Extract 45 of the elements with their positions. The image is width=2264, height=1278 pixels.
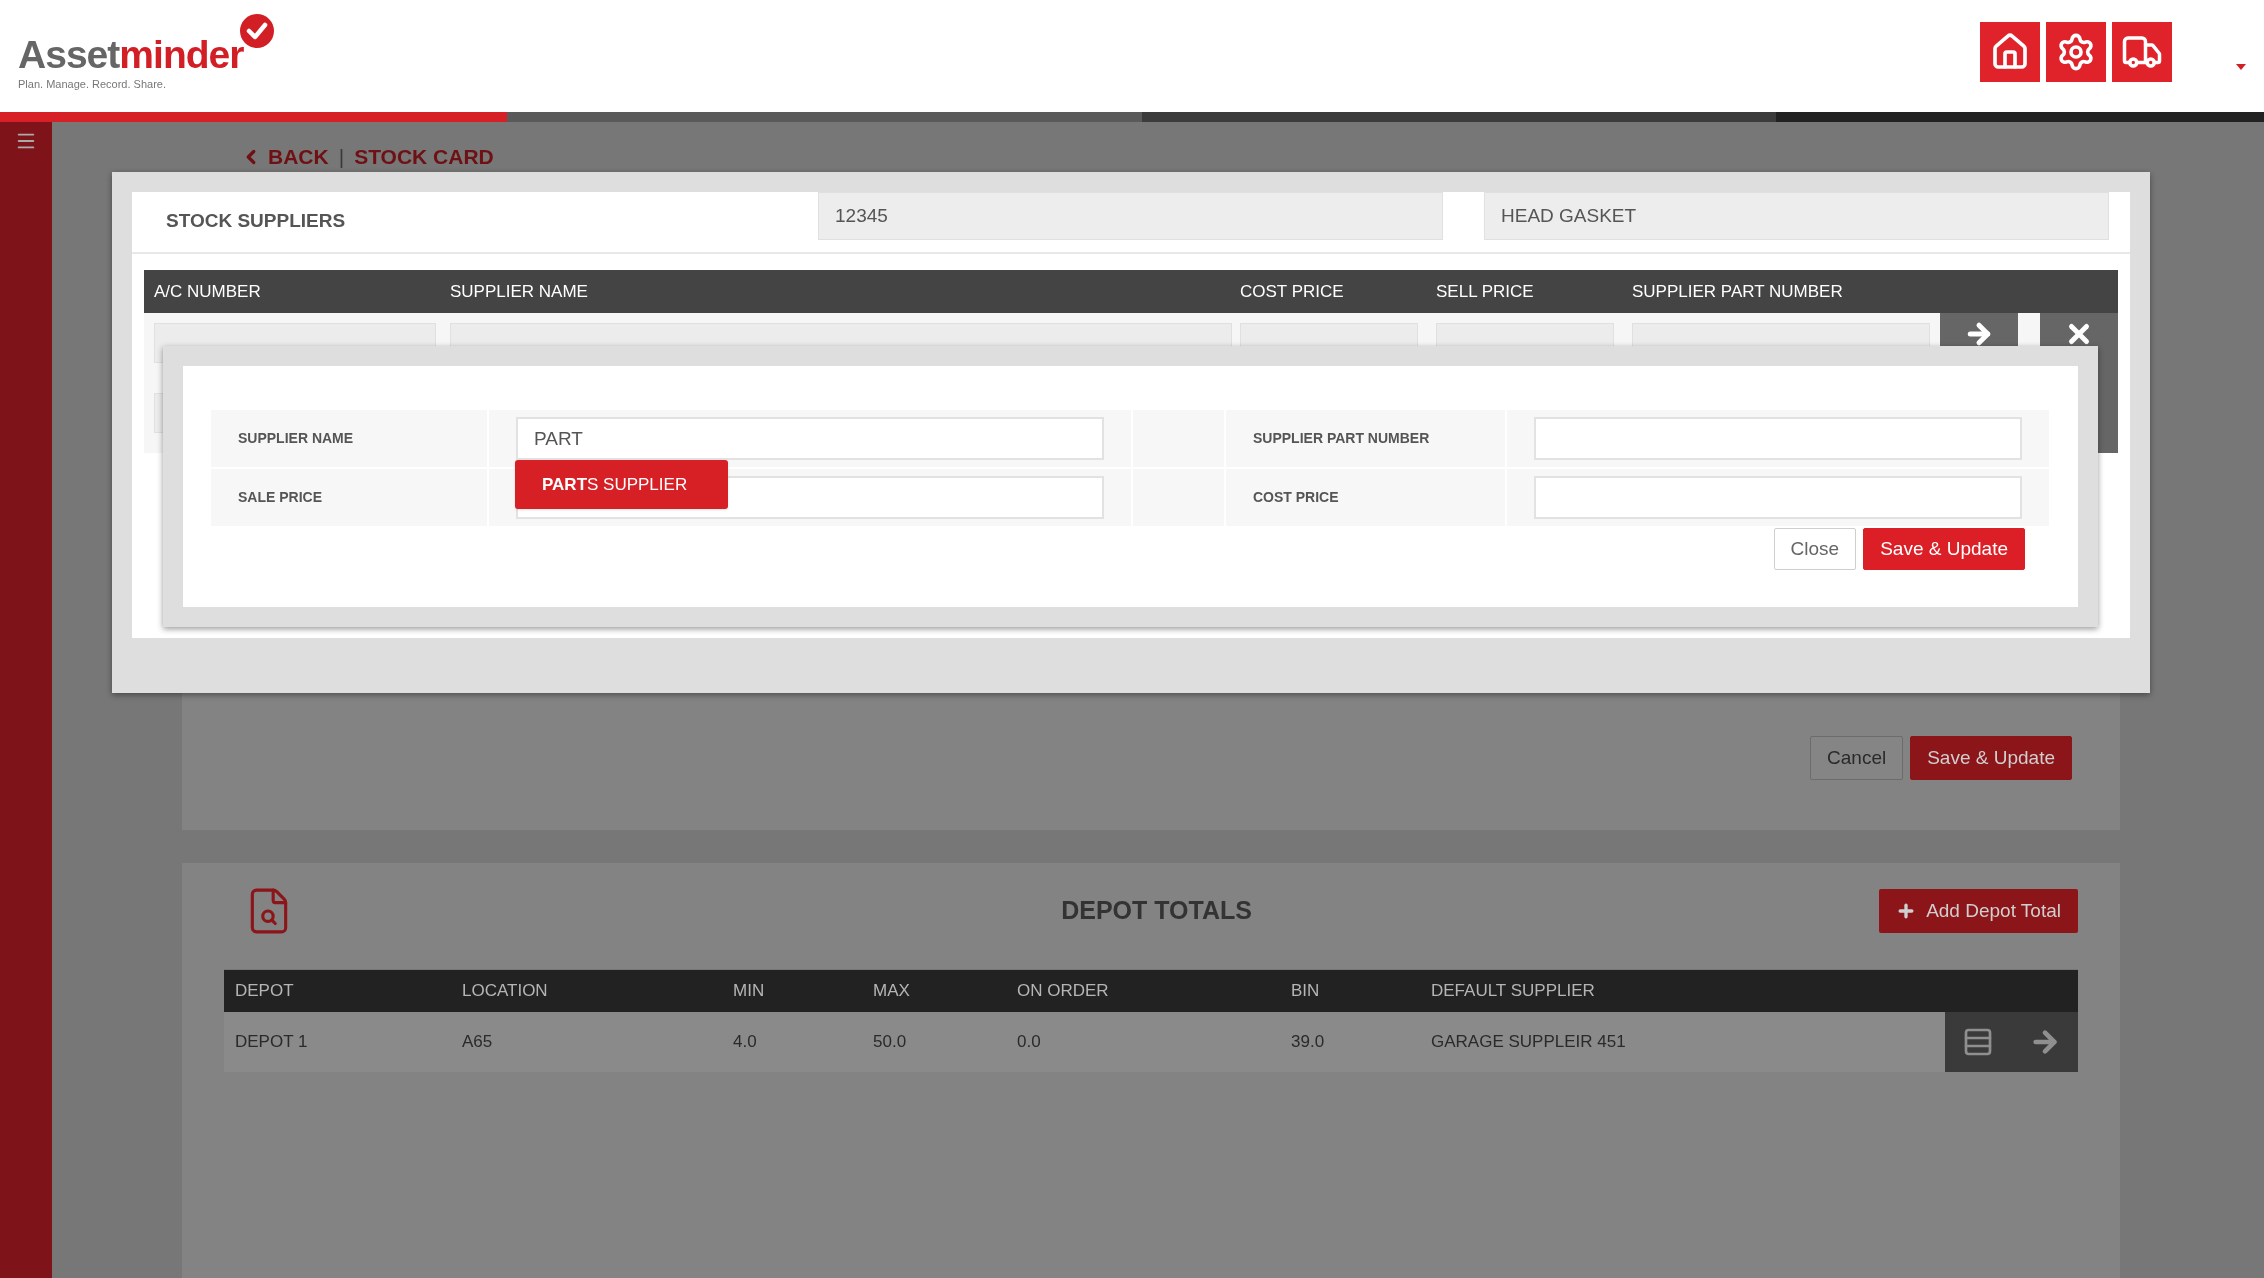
table-cell: DEPOT 1 [235,1032,308,1052]
stock-code-field: 12345 [818,192,1443,240]
column-header: COST PRICE [1240,281,1344,301]
logo-tagline: Plan. Manage. Record. Share. [18,78,167,90]
back-link[interactable]: BACK [240,141,329,173]
column-header: LOCATION [462,981,548,1001]
table-cell: 39.0 [1291,1032,1325,1052]
column-header: DEFAULT SUPPLIER [1431,981,1595,1001]
home-icon[interactable] [1980,22,2040,82]
field-label: SUPPLIER NAME [238,429,354,448]
field-label: SUPPLIER PART NUMBER [1253,429,1430,448]
column-header: DEPOT [235,981,294,1001]
table-cell: 0.0 [1017,1032,1041,1052]
save-button[interactable]: Save & Update [1910,736,2072,780]
table-cell: 4.0 [733,1032,757,1052]
column-header: SUPPLIER NAME [450,281,588,301]
input-field[interactable]: PART [516,417,1104,460]
cancel-button[interactable]: Cancel [1810,736,1904,780]
add-depot-total-button[interactable]: Add Depot Total [1879,889,2078,933]
table-cell: GARAGE SUPPLEIR 451 [1431,1032,1626,1052]
field-label: SALE PRICE [238,488,322,507]
input-field[interactable] [1534,476,2022,519]
column-header: MIN [733,981,765,1001]
description-field: HEAD GASKET [1484,192,2109,240]
column-header: ON ORDER [1017,981,1109,1001]
section-title: DEPOT TOTALS [1061,895,1252,927]
close-button[interactable]: Close [1773,528,1857,570]
table-cell: A65 [462,1032,493,1052]
column-header: BIN [1291,981,1320,1001]
save-button[interactable]: Save & Update [1863,528,2025,570]
stock-card-link[interactable]: STOCK CARD [354,141,494,173]
suggestion-item[interactable]: PARTS SUPPLIER [515,460,728,509]
column-header: A/C NUMBER [154,281,261,301]
breadcrumb-separator: | [338,144,345,171]
dialog-title: STOCK SUPPLIERS [166,208,346,233]
input-field[interactable] [1534,417,2022,460]
column-header: SELL PRICE [1436,281,1534,301]
field-label: COST PRICE [1253,488,1339,507]
caret-icon[interactable] [2236,64,2246,70]
settings-icon[interactable] [2046,22,2106,82]
logo-text: Assetminder [18,32,244,78]
column-header: SUPPLIER PART NUMBER [1632,281,1843,301]
table-cell: 50.0 [873,1032,907,1052]
column-header: MAX [873,981,910,1001]
truck-icon[interactable] [2112,22,2172,82]
